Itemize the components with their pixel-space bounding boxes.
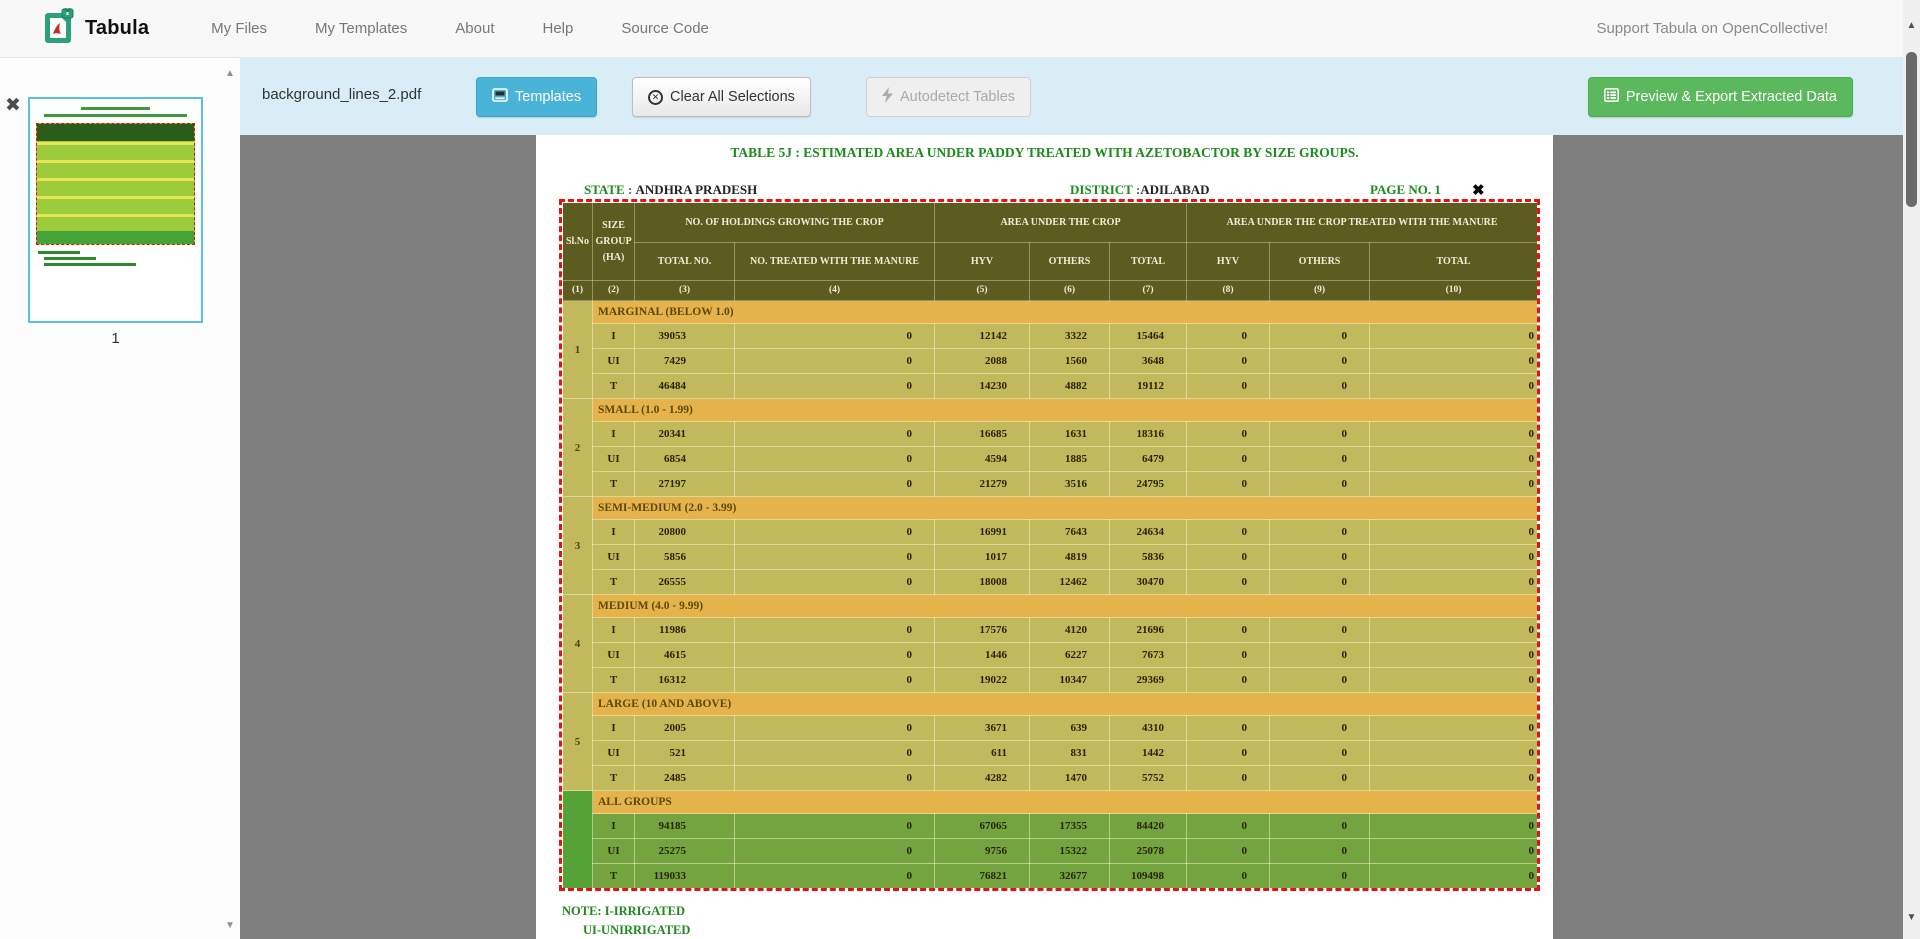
preview-export-button[interactable]: Preview & Export Extracted Data xyxy=(1588,77,1853,117)
brand-title: Tabula xyxy=(85,17,149,40)
page-number-label: 1 xyxy=(28,330,203,347)
tabula-logo-icon xyxy=(44,8,76,49)
templates-button-label: Templates xyxy=(515,89,581,105)
nav-item-help[interactable]: Help xyxy=(518,10,597,47)
scroll-down-icon[interactable]: ▼ xyxy=(1903,912,1920,923)
thumbnail-note-line xyxy=(44,257,96,260)
thumbnail-note-line xyxy=(44,263,136,266)
thumbnail-subtitle-line xyxy=(44,114,188,117)
nav-item-my-files[interactable]: My Files xyxy=(187,10,291,47)
autodetect-tables-button[interactable]: Autodetect Tables xyxy=(866,77,1031,117)
pdf-page[interactable]: TABLE 5J : ESTIMATED AREA UNDER PADDY TR… xyxy=(536,135,1553,939)
vertical-scrollbar[interactable]: ▲ ▼ xyxy=(1903,0,1920,939)
export-button-label: Preview & Export Extracted Data xyxy=(1626,89,1837,105)
brand-logo-link[interactable]: Tabula xyxy=(44,8,149,49)
templates-icon xyxy=(492,88,508,106)
page-thumbnail-sidebar: ✖ 1 ▲ ▼ xyxy=(0,58,240,939)
sidebar-scroll-down-icon[interactable]: ▼ xyxy=(222,920,238,931)
current-filename: background_lines_2.pdf xyxy=(262,86,421,103)
note-line-1: NOTE: I-IRRIGATED xyxy=(562,904,685,919)
nav-item-my-templates[interactable]: My Templates xyxy=(291,10,431,47)
nav-links: My Files My Templates About Help Source … xyxy=(187,10,733,47)
scrollbar-thumb[interactable] xyxy=(1906,52,1917,207)
toolbar: background_lines_2.pdf Templates ✕ Clear… xyxy=(240,58,1920,135)
remove-page-icon[interactable]: ✖ xyxy=(5,96,21,115)
lightning-icon xyxy=(882,87,893,107)
templates-button[interactable]: Templates xyxy=(476,77,597,117)
page-1-thumbnail[interactable] xyxy=(28,97,203,323)
pdf-viewer-pane: TABLE 5J : ESTIMATED AREA UNDER PADDY TR… xyxy=(240,135,1903,939)
table-selection-box[interactable] xyxy=(559,199,1540,891)
table-list-icon xyxy=(1604,88,1619,106)
support-opencollective-link[interactable]: Support Tabula on OpenCollective! xyxy=(1596,20,1828,37)
note-line-2: UI-UNIRRIGATED xyxy=(583,923,690,938)
nav-item-source-code[interactable]: Source Code xyxy=(597,10,733,47)
thumbnail-table-header xyxy=(37,124,194,141)
scroll-up-icon[interactable]: ▲ xyxy=(1903,20,1920,31)
district-field: DISTRICT :ADILABAD xyxy=(1070,182,1210,198)
tabula-app: Tabula My Files My Templates About Help … xyxy=(0,0,1920,939)
navbar: Tabula My Files My Templates About Help … xyxy=(0,0,1920,58)
thumbnail-note-line xyxy=(38,251,80,254)
selection-close-icon[interactable]: ✖ xyxy=(1472,181,1485,199)
page-no-field: PAGE NO. 1 xyxy=(1370,182,1441,198)
thumbnail-table-footer xyxy=(37,231,194,244)
thumbnail-table-selection xyxy=(36,123,195,245)
thumbnail-title-line xyxy=(81,107,149,110)
autodetect-button-label: Autodetect Tables xyxy=(900,89,1015,105)
clear-all-selections-button[interactable]: ✕ Clear All Selections xyxy=(632,77,811,117)
pdf-table-title: TABLE 5J : ESTIMATED AREA UNDER PADDY TR… xyxy=(536,145,1553,161)
state-field: STATE : ANDHRA PRADESH xyxy=(584,182,757,198)
clear-button-label: Clear All Selections xyxy=(670,89,795,105)
sidebar-scroll-up-icon[interactable]: ▲ xyxy=(222,68,238,79)
clear-selections-icon: ✕ xyxy=(648,90,663,105)
nav-item-about[interactable]: About xyxy=(431,10,518,47)
